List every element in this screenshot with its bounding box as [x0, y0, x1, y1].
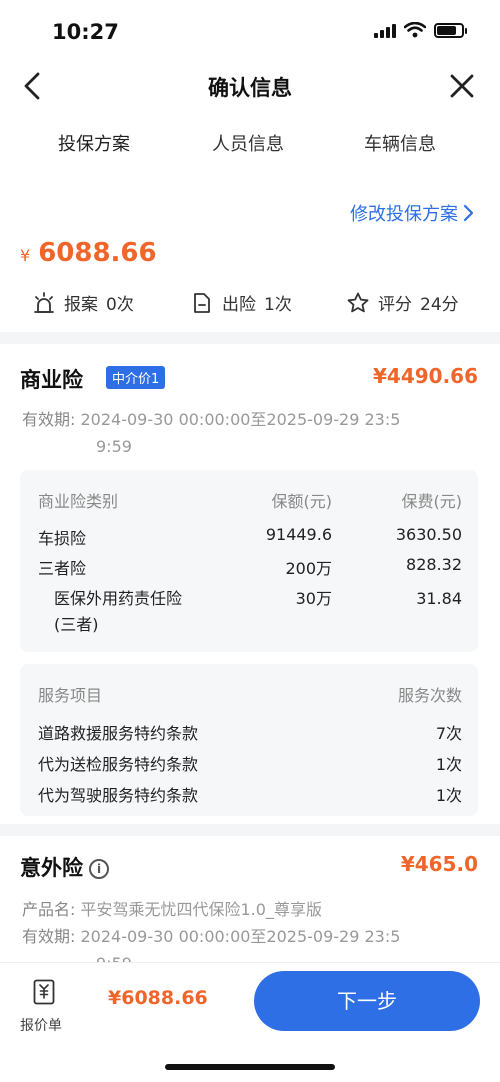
row-premium: 31.84 — [416, 589, 462, 608]
col-category: 商业险类别 — [38, 492, 119, 511]
status-time: 10:27 — [52, 20, 119, 44]
status-icons — [374, 22, 467, 38]
quote-label[interactable]: 报价单 — [20, 1015, 62, 1035]
row-name: 车损险 — [38, 529, 87, 548]
bottom-action-bar: 报价单 ¥6088.66 下一步 — [0, 962, 500, 1040]
product-label: 产品名: — [22, 900, 76, 919]
product-value: 平安驾乘无忧四代保险1.0_尊享版 — [80, 900, 322, 919]
row-name-line1: 医保外用药责任险 — [54, 589, 183, 608]
validity-value: 2024-09-30 00:00:00至2025-09-29 23:5 — [80, 410, 401, 429]
validity-value-cont: 9:59 — [96, 437, 132, 456]
row-amount: 200万 — [285, 559, 332, 578]
quote-document-icon[interactable] — [33, 979, 55, 1005]
accident-insurance-card: 意外险 i ¥465.0 产品名: 平安驾乘无忧四代保险1.0_尊享版 有效期: … — [0, 836, 500, 976]
col-premium: 保费(元) — [401, 492, 463, 511]
nav-bar: 确认信息 — [0, 62, 500, 110]
accident-title-text: 意外险 — [20, 856, 83, 880]
battery-icon — [434, 22, 467, 38]
status-bar: 10:27 — [0, 0, 500, 62]
row-name: 三者险 — [38, 559, 87, 578]
page-title: 确认信息 — [208, 76, 292, 100]
validity-label: 有效期: — [22, 927, 76, 946]
total-price-value: 6088.66 — [38, 238, 157, 268]
bottom-total-price: ¥6088.66 — [108, 987, 208, 1009]
commercial-validity: 有效期: 2024-09-30 00:00:00至2025-09-29 23:5… — [22, 406, 400, 460]
stat-claims: 出险 1次 — [190, 290, 292, 315]
tab-vehicle[interactable]: 车辆信息 — [364, 130, 436, 156]
col-service: 服务项目 — [38, 686, 103, 705]
modify-plan-link[interactable]: 修改投保方案 — [350, 200, 474, 226]
alarm-icon — [34, 291, 54, 313]
commercial-title: 商业险 — [20, 368, 83, 392]
service-name: 道路救援服务特约条款 — [38, 724, 199, 743]
close-icon[interactable] — [446, 68, 478, 104]
services-table: 服务项目 服务次数 道路救援服务特约条款 7次 代为送检服务特约条款 1次 代为… — [20, 664, 478, 816]
service-count: 1次 — [435, 755, 462, 774]
stats-row: 报案 0次 出险 1次 评分 24分 — [0, 290, 500, 320]
row-premium: 3630.50 — [395, 525, 462, 544]
stat-claims-label: 出险 — [222, 295, 256, 315]
stat-reports-label: 报案 — [64, 295, 98, 315]
accident-price: ¥465.0 — [400, 852, 478, 876]
stat-score-value: 24分 — [420, 295, 459, 315]
accident-title: 意外险 i — [20, 852, 109, 882]
stat-score-label: 评分 — [378, 295, 412, 315]
signal-icon — [374, 22, 396, 38]
service-count: 7次 — [435, 724, 462, 743]
total-price: ¥ 6088.66 — [20, 238, 157, 268]
modify-plan-label: 修改投保方案 — [350, 204, 458, 225]
home-indicator[interactable] — [165, 1064, 335, 1070]
currency-symbol: ¥ — [20, 246, 31, 265]
row-name-line2: (三者) — [54, 615, 99, 634]
wifi-icon — [404, 22, 426, 38]
price-badge: 中介价1 — [106, 366, 166, 389]
row-amount: 91449.6 — [265, 525, 332, 544]
service-name: 代为驾驶服务特约条款 — [38, 786, 199, 805]
coverage-table: 商业险类别 保额(元) 保费(元) 车损险 91449.6 3630.50 三者… — [20, 470, 478, 652]
stat-reports: 报案 0次 — [32, 290, 134, 315]
col-amount: 保额(元) — [271, 492, 333, 511]
row-name: 医保外用药责任险 (三者) — [54, 586, 182, 638]
row-premium: 828.32 — [406, 555, 462, 574]
stat-claims-value: 1次 — [264, 295, 292, 315]
chevron-right-icon — [463, 204, 474, 222]
row-amount: 30万 — [295, 589, 332, 608]
tab-plan[interactable]: 投保方案 — [58, 130, 130, 156]
document-icon — [194, 292, 210, 313]
service-name: 代为送检服务特约条款 — [38, 755, 199, 774]
commercial-price: ¥4490.66 — [372, 364, 478, 388]
stat-score: 评分 24分 — [346, 290, 459, 315]
stat-reports-value: 0次 — [106, 295, 134, 315]
summary-card: 修改投保方案 ¥ 6088.66 报案 0次 出险 1次 评分 24分 — [0, 172, 500, 332]
star-icon — [347, 292, 369, 312]
commercial-insurance-card: 商业险 中介价1 ¥4490.66 有效期: 2024-09-30 00:00:… — [0, 344, 500, 824]
validity-label: 有效期: — [22, 410, 76, 429]
home-indicator-zone — [0, 1040, 500, 1082]
next-step-button[interactable]: 下一步 — [254, 971, 480, 1031]
info-icon[interactable]: i — [89, 859, 109, 879]
col-count: 服务次数 — [397, 686, 462, 705]
tab-bar: 投保方案 人员信息 车辆信息 — [0, 110, 500, 172]
service-count: 1次 — [435, 786, 462, 805]
tab-personnel[interactable]: 人员信息 — [212, 130, 284, 156]
validity-value: 2024-09-30 00:00:00至2025-09-29 23:5 — [80, 927, 401, 946]
